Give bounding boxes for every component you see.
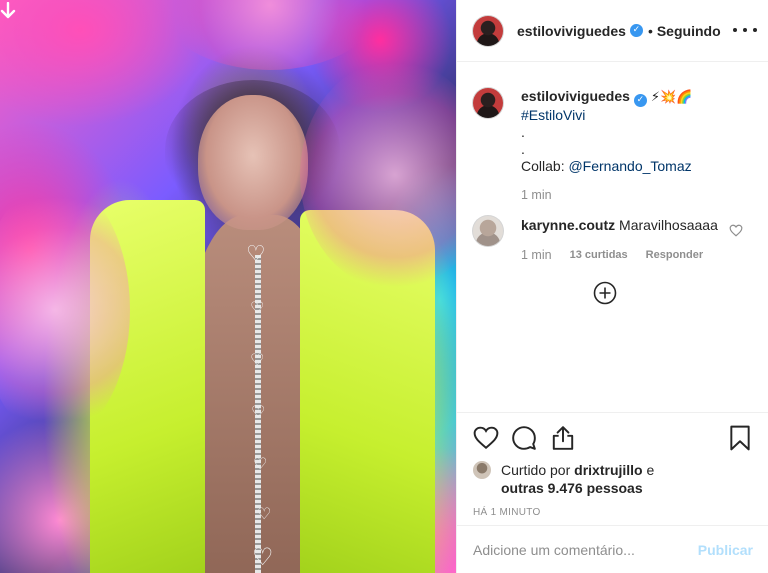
caption-collab-prefix: Collab: <box>521 158 569 174</box>
photo-heart-charm: ♡ <box>250 298 265 317</box>
separator-dot: • <box>647 22 653 39</box>
liked-by: Curtido por drixtrujillo e outras 9.476 … <box>473 461 753 497</box>
caption-line: . <box>521 141 525 157</box>
liked-by-text: Curtido por drixtrujillo e outras 9.476 … <box>501 461 654 497</box>
bookmark-icon[interactable] <box>727 425 753 451</box>
heart-icon[interactable] <box>473 425 499 451</box>
author-avatar[interactable] <box>473 15 503 46</box>
caption-line: . <box>521 124 525 140</box>
action-icons-row <box>473 425 753 453</box>
comments-section: estiloviviguedes ✓ ⚡💥🌈 #EstiloVivi . . Co… <box>457 62 768 412</box>
liked-by-prefix: Curtido por <box>501 462 575 478</box>
verified-badge-icon: ✓ <box>633 94 647 107</box>
verified-badge-icon: ✓ <box>629 24 643 37</box>
caption-mention[interactable]: @Fernando_Tomaz <box>568 158 691 174</box>
photo-heart-charm: ♡ <box>253 454 268 473</box>
photo-face <box>198 95 308 230</box>
photo-heart-charm: ♡ <box>246 242 266 267</box>
download-icon[interactable] <box>0 2 16 22</box>
heart-icon[interactable] <box>729 224 743 237</box>
caption-hashtag[interactable]: #EstiloVivi <box>521 107 585 123</box>
more-options-icon[interactable] <box>733 20 757 40</box>
caption: estiloviviguedes ✓ ⚡💥🌈 #EstiloVivi . . Co… <box>473 88 753 204</box>
comment-text: Maravilhosaaaa <box>619 217 718 233</box>
reply-button[interactable]: Responder <box>646 247 703 264</box>
caption-emojis: ⚡💥🌈 <box>650 90 693 105</box>
photo-heart-charm: ♡ <box>250 350 265 369</box>
photo-heart-charm: ♡ <box>252 543 274 571</box>
photo-haze <box>160 0 380 70</box>
photo-heart-charm: ♡ <box>251 402 266 421</box>
others-likes-link[interactable]: outras 9.476 pessoas <box>501 480 643 496</box>
comment-body: karynne.coutz Maravilhosaaaa 1 min 13 cu… <box>521 217 718 264</box>
comment-likes[interactable]: 13 curtidas <box>570 247 628 264</box>
commenter-avatar[interactable] <box>473 216 503 246</box>
liker-username[interactable]: drixtrujillo <box>574 462 642 478</box>
post-header: estiloviviguedes ✓ • Seguindo <box>457 0 768 62</box>
author-username[interactable]: estiloviviguedes <box>517 23 626 39</box>
post-actions: Curtido por drixtrujillo e outras 9.476 … <box>457 412 768 518</box>
instagram-post: ♡ ♡ ♡ ♡ ♡ ♡ ♡ estiloviviguedes ✓ • Segui… <box>0 0 768 573</box>
comment-icon[interactable] <box>511 425 537 451</box>
commenter-username[interactable]: karynne.coutz <box>521 217 615 233</box>
add-comment-bar: Publicar <box>457 525 768 573</box>
liker-avatar[interactable] <box>473 461 491 479</box>
publish-button[interactable]: Publicar <box>698 542 753 558</box>
caption-body: estiloviviguedes ✓ ⚡💥🌈 #EstiloVivi . . Co… <box>521 88 692 204</box>
post-photo[interactable]: ♡ ♡ ♡ ♡ ♡ ♡ ♡ <box>0 0 456 573</box>
comment-item: karynne.coutz Maravilhosaaaa 1 min 13 cu… <box>473 216 753 264</box>
photo-heart-charm: ♡ <box>257 504 272 523</box>
comment-time[interactable]: 1 min <box>521 247 552 264</box>
following-button[interactable]: Seguindo <box>657 23 721 39</box>
caption-time[interactable]: 1 min <box>521 187 552 204</box>
share-icon[interactable] <box>550 425 576 451</box>
caption-username[interactable]: estiloviviguedes <box>521 88 630 104</box>
caption-avatar[interactable] <box>473 88 503 118</box>
comment-input[interactable] <box>473 541 690 558</box>
post-side-panel: estiloviviguedes ✓ • Seguindo estilovivi… <box>456 0 768 573</box>
liked-by-connector: e <box>642 462 655 478</box>
post-timestamp[interactable]: Há 1 minuto <box>473 507 753 518</box>
load-more-icon[interactable] <box>593 281 617 305</box>
